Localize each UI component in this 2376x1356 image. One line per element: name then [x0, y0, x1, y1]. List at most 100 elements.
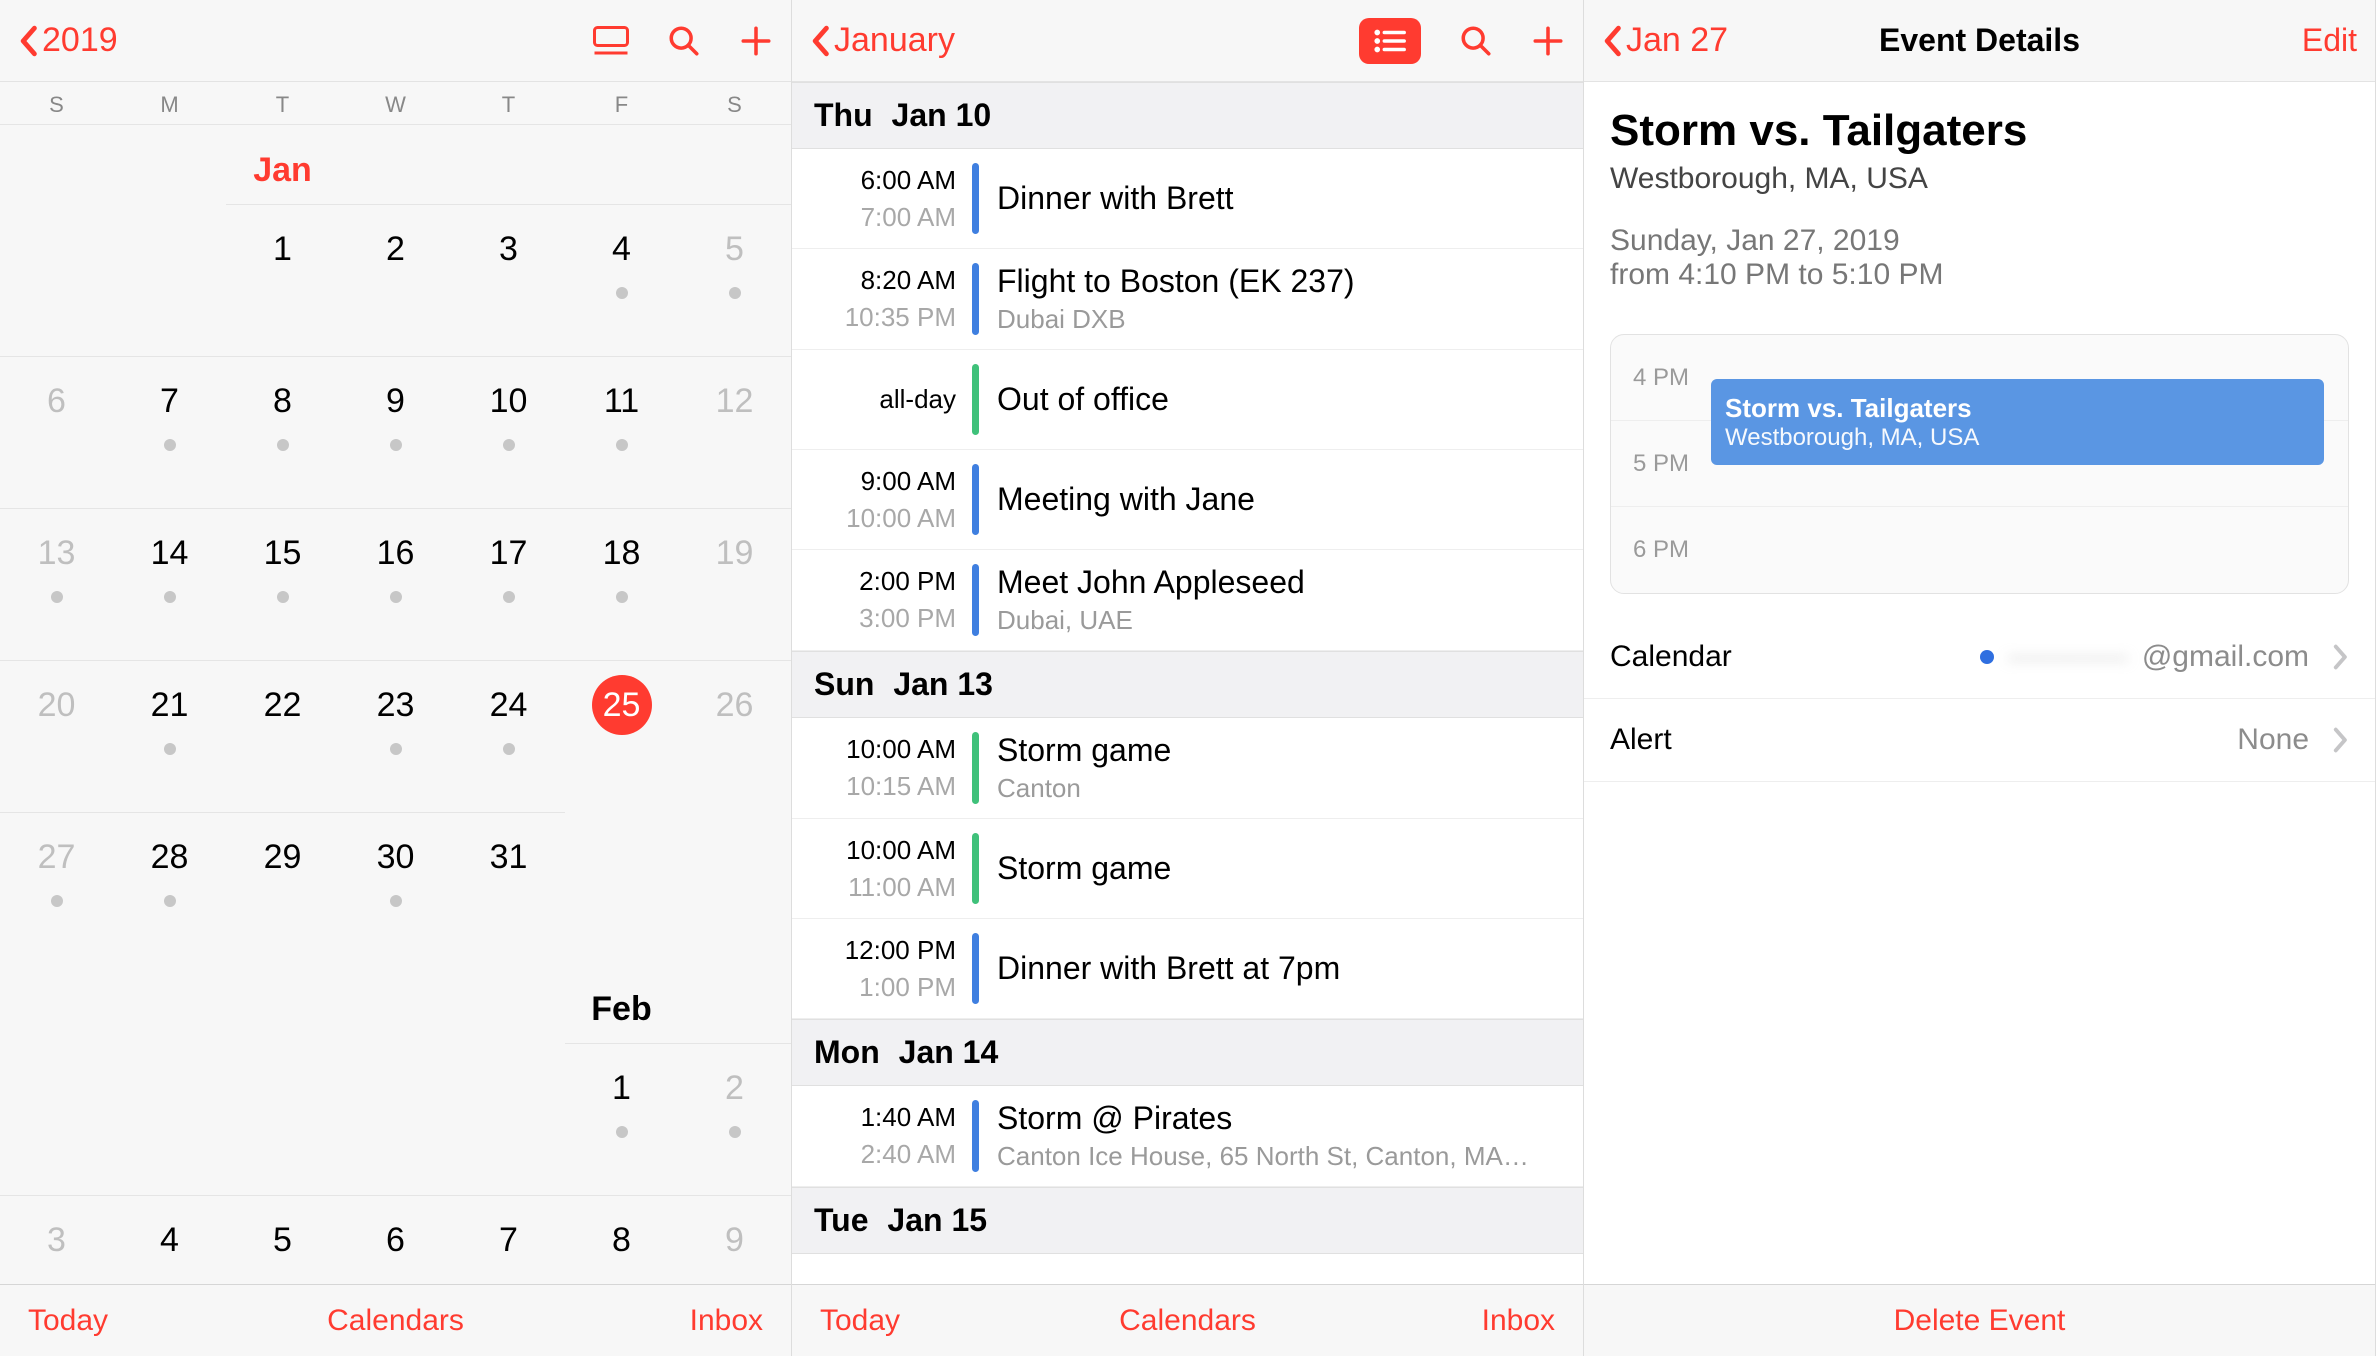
day-cell[interactable]: 2: [678, 1043, 791, 1195]
day-cell[interactable]: 14: [113, 508, 226, 660]
day-number: 31: [479, 827, 539, 887]
agenda-time: 9:00 AM10:00 AM: [792, 450, 972, 549]
day-cell[interactable]: 18: [565, 508, 678, 660]
event-dot: [390, 439, 402, 451]
day-cell: [226, 1043, 339, 1195]
event-details-pane: Jan 27 Event Details Edit Storm vs. Tail…: [1584, 0, 2376, 1356]
add-event-icon[interactable]: [1531, 24, 1565, 58]
list-view-active-icon[interactable]: [1359, 18, 1421, 64]
agenda-time: 10:00 AM10:15 AM: [792, 718, 972, 818]
agenda-event-row[interactable]: 1:40 AM2:40 AMStorm @ PiratesCanton Ice …: [792, 1086, 1583, 1187]
day-cell[interactable]: 29: [226, 812, 339, 964]
day-cell[interactable]: 6: [339, 1195, 452, 1284]
day-cell[interactable]: 8: [226, 356, 339, 508]
day-number: 24: [479, 675, 539, 735]
timeline-preview[interactable]: 4 PM 5 PM Storm vs. Tailgaters Westborou…: [1610, 334, 2349, 594]
agenda-event-row[interactable]: 12:00 PM1:00 PMDinner with Brett at 7pm: [792, 919, 1583, 1019]
day-cell[interactable]: 6: [0, 356, 113, 508]
day-number: 28: [140, 827, 200, 887]
day-cell[interactable]: 28: [113, 812, 226, 964]
search-icon[interactable]: [1459, 24, 1493, 58]
inbox-button[interactable]: Inbox: [690, 1304, 763, 1338]
inbox-button[interactable]: Inbox: [1482, 1304, 1555, 1338]
day-cell[interactable]: 5: [226, 1195, 339, 1284]
chevron-left-icon: [18, 25, 38, 57]
search-icon[interactable]: [667, 24, 701, 58]
agenda-event-row[interactable]: 8:20 AM10:35 PMFlight to Boston (EK 237)…: [792, 249, 1583, 350]
today-button[interactable]: Today: [820, 1304, 900, 1338]
day-cell[interactable]: 24: [452, 660, 565, 812]
timeline-event-block[interactable]: Storm vs. Tailgaters Westborough, MA, US…: [1711, 379, 2324, 465]
agenda-event-row[interactable]: 10:00 AM11:00 AMStorm game: [792, 819, 1583, 919]
delete-event-button[interactable]: Delete Event: [1894, 1304, 2066, 1338]
alert-row[interactable]: Alert None: [1584, 699, 2375, 782]
today-button[interactable]: Today: [28, 1304, 108, 1338]
day-cell[interactable]: 7: [452, 1195, 565, 1284]
agenda-event-row[interactable]: all-dayOut of office: [792, 350, 1583, 450]
agenda-event-row[interactable]: 2:00 PM3:00 PMMeet John AppleseedDubai, …: [792, 550, 1583, 651]
day-cell[interactable]: 1: [226, 204, 339, 356]
day-number: 26: [705, 675, 765, 735]
timeline-event-loc: Westborough, MA, USA: [1725, 424, 2310, 452]
day-cell[interactable]: 9: [339, 356, 452, 508]
day-cell[interactable]: 4: [565, 204, 678, 356]
event-dot: [616, 439, 628, 451]
day-cell[interactable]: 31: [452, 812, 565, 964]
edit-button[interactable]: Edit: [2302, 22, 2357, 59]
event-dot: [277, 439, 289, 451]
add-event-icon[interactable]: [739, 24, 773, 58]
day-cell[interactable]: 7: [113, 356, 226, 508]
day-cell[interactable]: 8: [565, 1195, 678, 1284]
day-cell[interactable]: 15: [226, 508, 339, 660]
agenda-event-row[interactable]: 10:00 AM10:15 AMStorm gameCanton: [792, 718, 1583, 819]
day-number: 11: [592, 371, 652, 431]
chevron-left-icon: [810, 25, 830, 57]
agenda-event-title: Dinner with Brett at 7pm: [997, 950, 1565, 987]
calendars-button[interactable]: Calendars: [1119, 1304, 1256, 1338]
day-cell[interactable]: 17: [452, 508, 565, 660]
day-cell[interactable]: 16: [339, 508, 452, 660]
calendars-button[interactable]: Calendars: [327, 1304, 464, 1338]
month-scroll[interactable]: Jan1234567891011121314151617181920212223…: [0, 125, 791, 1284]
day-cell[interactable]: 25: [565, 660, 678, 812]
agenda-list[interactable]: Thu Jan 106:00 AM7:00 AMDinner with Bret…: [792, 82, 1583, 1284]
weekday-label: T: [452, 92, 565, 118]
event-dot: [277, 591, 289, 603]
day-number: 30: [366, 827, 426, 887]
day-cell[interactable]: 20: [0, 660, 113, 812]
timeline-hour: 6 PM: [1611, 536, 1703, 564]
day-cell[interactable]: 3: [0, 1195, 113, 1284]
agenda-event-location: Dubai, UAE: [997, 605, 1565, 636]
day-cell[interactable]: 2: [339, 204, 452, 356]
day-cell[interactable]: 12: [678, 356, 791, 508]
day-cell[interactable]: 9: [678, 1195, 791, 1284]
back-day-label: Jan 27: [1626, 21, 1728, 60]
day-cell[interactable]: 13: [0, 508, 113, 660]
day-number: 18: [592, 523, 652, 583]
event-dot: [729, 287, 741, 299]
day-cell[interactable]: 5: [678, 204, 791, 356]
day-cell[interactable]: 27: [0, 812, 113, 964]
day-number: 9: [366, 371, 426, 431]
list-toggle-icon[interactable]: [593, 26, 629, 56]
day-cell[interactable]: 19: [678, 508, 791, 660]
back-to-month-button[interactable]: January: [810, 21, 955, 60]
day-cell[interactable]: 10: [452, 356, 565, 508]
back-to-year-button[interactable]: 2019: [18, 21, 118, 60]
agenda-event-row[interactable]: 9:00 AM10:00 AMMeeting with Jane: [792, 450, 1583, 550]
day-cell[interactable]: 3: [452, 204, 565, 356]
day-cell[interactable]: 11: [565, 356, 678, 508]
agenda-day-header: Sun Jan 13: [792, 651, 1583, 718]
day-cell[interactable]: 30: [339, 812, 452, 964]
weekday-label: W: [339, 92, 452, 118]
day-cell[interactable]: 4: [113, 1195, 226, 1284]
day-cell[interactable]: 1: [565, 1043, 678, 1195]
day-cell[interactable]: 22: [226, 660, 339, 812]
day-cell[interactable]: 26: [678, 660, 791, 812]
back-year-label: 2019: [42, 21, 118, 60]
agenda-event-row[interactable]: 6:00 AM7:00 AMDinner with Brett: [792, 149, 1583, 249]
day-cell[interactable]: 21: [113, 660, 226, 812]
calendar-row[interactable]: Calendar ————@gmail.com: [1584, 616, 2375, 699]
back-to-day-button[interactable]: Jan 27: [1602, 21, 1728, 60]
day-cell[interactable]: 23: [339, 660, 452, 812]
